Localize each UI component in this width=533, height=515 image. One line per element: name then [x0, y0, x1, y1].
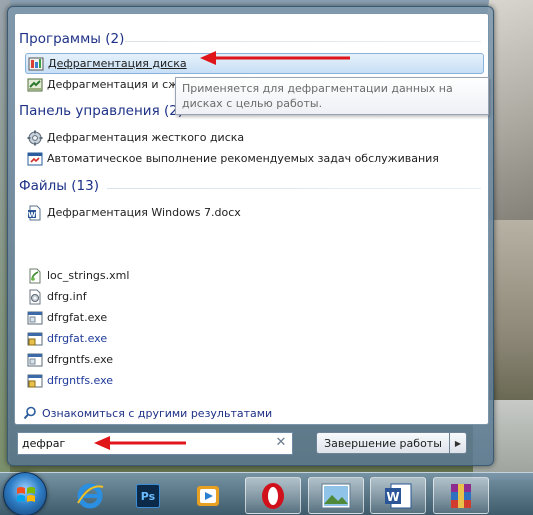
exe-file-icon	[27, 353, 43, 366]
word-document-icon: W	[28, 205, 41, 220]
taskbar-photoshop[interactable]: Ps	[120, 477, 176, 514]
group-divider	[125, 41, 481, 42]
start-menu: Программы (2) Дефрагментация диска Дефра…	[7, 6, 494, 466]
winrar-icon	[451, 483, 471, 508]
word-icon: W	[385, 483, 412, 508]
result-label: dfrgfat.exe	[47, 332, 108, 345]
result-file-exe[interactable]: dfrgfat.exe	[27, 328, 107, 349]
start-button[interactable]	[3, 472, 47, 515]
result-label: loc_strings.xml	[47, 269, 130, 282]
result-file-exe[interactable]: dfrgntfs.exe	[27, 370, 113, 391]
search-results-pane: Программы (2) Дефрагментация диска Дефра…	[14, 13, 489, 425]
windows-logo-icon	[17, 487, 35, 502]
taskbar-word[interactable]: W	[370, 477, 426, 514]
shutdown-button[interactable]: Завершение работы	[316, 432, 450, 454]
taskbar-opera[interactable]	[245, 477, 301, 514]
inf-file-icon	[29, 289, 41, 304]
result-label: dfrgntfs.exe	[47, 353, 114, 366]
result-label: dfrgntfs.exe	[47, 374, 114, 387]
registry-tool-icon	[27, 78, 43, 91]
xml-file-icon	[29, 268, 41, 283]
taskbar-media-player[interactable]	[180, 477, 236, 514]
taskbar: Ps W	[0, 472, 533, 515]
result-label: Дефрагментация Windows 7.docx	[47, 206, 241, 219]
result-label: Дефрагментация диска	[48, 57, 187, 70]
exe-file-icon	[27, 311, 43, 324]
shutdown-options-button[interactable]: ▶	[449, 432, 467, 454]
photoshop-icon: Ps	[136, 483, 160, 508]
image-viewer-icon	[321, 483, 351, 508]
see-more-label: Ознакомиться с другими результатами	[42, 406, 273, 420]
media-player-icon	[197, 485, 219, 506]
taskbar-image-viewer[interactable]	[308, 477, 364, 514]
group-title-control-panel[interactable]: Панель управления (2)	[19, 103, 183, 119]
annotation-arrow	[94, 436, 186, 450]
result-file-exe[interactable]: dfrgfat.exe	[27, 307, 107, 328]
svg-text:W: W	[386, 490, 399, 504]
annotation-arrow	[200, 51, 350, 65]
maintenance-icon	[27, 152, 43, 165]
search-icon	[23, 406, 36, 420]
internet-explorer-icon	[77, 483, 104, 508]
tooltip-text: Применяется для дефрагментации данных на…	[182, 82, 453, 110]
control-panel-gear-icon	[27, 130, 43, 145]
result-file-docx[interactable]: W Дефрагментация Windows 7.docx	[27, 202, 241, 223]
tooltip: Применяется для дефрагментации данных на…	[175, 77, 489, 115]
disk-defragmenter-icon	[28, 57, 44, 70]
result-label: dfrg.inf	[47, 290, 87, 303]
taskbar-internet-explorer[interactable]	[62, 477, 118, 514]
result-file-exe[interactable]: dfrgntfs.exe	[27, 349, 113, 370]
taskbar-winrar[interactable]	[433, 477, 489, 514]
group-title-files[interactable]: Файлы (13)	[19, 178, 99, 194]
result-label: Автоматическое выполнение рекомендуемых …	[47, 152, 439, 165]
result-defrag-hard-disk[interactable]: Дефрагментация жесткого диска	[27, 127, 244, 148]
svg-text:W: W	[28, 211, 36, 219]
group-title-programs[interactable]: Программы (2)	[19, 31, 124, 47]
see-more-results-link[interactable]: Ознакомиться с другими результатами	[23, 406, 272, 420]
opera-icon	[262, 482, 284, 509]
result-label: Дефрагментация жесткого диска	[47, 131, 245, 144]
clear-search-icon[interactable]: ✕	[274, 436, 288, 450]
result-maintenance-tasks[interactable]: Автоматическое выполнение рекомендуемых …	[27, 148, 439, 169]
result-file-xml[interactable]: loc_strings.xml	[27, 265, 129, 286]
chevron-right-icon: ▶	[454, 438, 462, 448]
svg-text:Ps: Ps	[141, 490, 156, 503]
result-file-inf[interactable]: dfrg.inf	[27, 286, 87, 307]
result-label: dfrgfat.exe	[47, 311, 108, 324]
exe-file-icon	[27, 332, 43, 345]
group-divider	[107, 188, 481, 189]
exe-file-icon	[27, 374, 43, 387]
